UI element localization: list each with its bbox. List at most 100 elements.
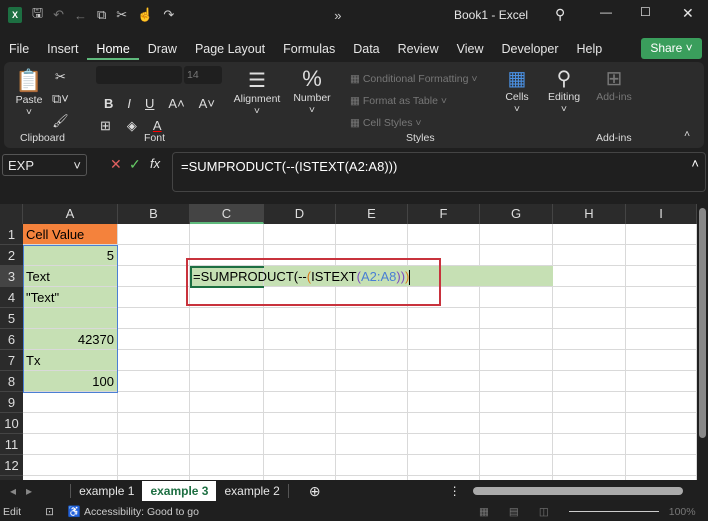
page-break-view-icon[interactable]: ◫: [539, 506, 549, 518]
row-header[interactable]: 9: [0, 392, 23, 413]
cell-F8[interactable]: [408, 371, 480, 392]
cell-F7[interactable]: [408, 350, 480, 371]
cell-C9[interactable]: [190, 392, 264, 413]
cell-H8[interactable]: [553, 371, 626, 392]
normal-view-icon[interactable]: ▦: [479, 506, 489, 518]
cell-C8[interactable]: [190, 371, 264, 392]
cell-C10[interactable]: [190, 413, 264, 434]
cell-H12[interactable]: [553, 455, 626, 476]
sheet-tab-example-1[interactable]: example 1: [70, 484, 142, 498]
macro-record-icon[interactable]: ⊡: [45, 506, 54, 518]
cell-I3[interactable]: [626, 266, 697, 287]
cell-G8[interactable]: [480, 371, 553, 392]
insert-function-icon[interactable]: fx: [150, 156, 160, 171]
column-header-A[interactable]: A: [23, 204, 118, 224]
cell-C12[interactable]: [190, 455, 264, 476]
bold-button[interactable]: B: [104, 96, 113, 111]
back-icon[interactable]: ←: [74, 8, 87, 23]
borders-icon[interactable]: ⊞: [100, 118, 111, 134]
formula-input[interactable]: =SUMPRODUCT(--(ISTEXT(A2:A8))) ˄: [172, 152, 706, 192]
cell-C7[interactable]: [190, 350, 264, 371]
maximize-button[interactable]: ☐: [640, 5, 651, 19]
column-header-I[interactable]: I: [626, 204, 697, 224]
font-size-select[interactable]: 14: [184, 66, 222, 84]
cell-D12[interactable]: [264, 455, 336, 476]
search-icon[interactable]: ⚲: [555, 6, 565, 23]
column-header-G[interactable]: G: [480, 204, 553, 224]
cell-A12[interactable]: [23, 455, 118, 476]
cell-B12[interactable]: [118, 455, 190, 476]
fill-color-icon[interactable]: ◈: [127, 118, 137, 134]
cell-F11[interactable]: [408, 434, 480, 455]
tab-page-layout[interactable]: Page Layout: [186, 38, 274, 60]
enter-icon[interactable]: ✓: [129, 156, 141, 173]
cell-I10[interactable]: [626, 413, 697, 434]
cell-G4[interactable]: [480, 287, 553, 308]
cell-D5[interactable]: [264, 308, 336, 329]
zoom-slider[interactable]: [568, 511, 659, 512]
tab-insert[interactable]: Insert: [38, 38, 87, 60]
decrease-font-icon[interactable]: A˅: [199, 96, 215, 111]
column-header-C[interactable]: C: [190, 204, 264, 224]
save-icon[interactable]: 🖫: [32, 4, 43, 26]
zoom-level[interactable]: 100%: [669, 506, 696, 518]
copy-icon[interactable]: ⧉: [97, 7, 106, 23]
cell-I11[interactable]: [626, 434, 697, 455]
select-all-corner[interactable]: [0, 204, 23, 224]
row-header[interactable]: 10: [0, 413, 23, 434]
cell-D6[interactable]: [264, 329, 336, 350]
cell-H2[interactable]: [553, 245, 626, 266]
name-box[interactable]: EXP ˅: [2, 154, 87, 176]
cell-E9[interactable]: [336, 392, 408, 413]
font-name-select[interactable]: [96, 66, 182, 84]
cell-H3[interactable]: [553, 266, 626, 287]
cells-button[interactable]: ▦ Cells ˅: [502, 66, 532, 115]
italic-button[interactable]: I: [127, 96, 131, 111]
sheet-tab-example-3[interactable]: example 3: [142, 481, 217, 501]
row-header[interactable]: 12: [0, 455, 23, 476]
next-sheet-icon[interactable]: ▸: [26, 484, 32, 498]
cell-G7[interactable]: [480, 350, 553, 371]
cell-G2[interactable]: [480, 245, 553, 266]
cell-A11[interactable]: [23, 434, 118, 455]
tab-help[interactable]: Help: [568, 38, 612, 60]
close-button[interactable]: ✕: [682, 5, 694, 22]
tab-review[interactable]: Review: [389, 38, 448, 60]
cell-D10[interactable]: [264, 413, 336, 434]
row-header[interactable]: 3: [0, 266, 23, 287]
cell-B2[interactable]: [118, 245, 190, 266]
vertical-scrollbar[interactable]: [697, 204, 708, 480]
horizontal-scrollbar[interactable]: [472, 487, 683, 495]
cell-F12[interactable]: [408, 455, 480, 476]
cell-C1[interactable]: [190, 224, 264, 245]
copy-icon[interactable]: ⧉˅: [52, 88, 69, 110]
row-header[interactable]: 11: [0, 434, 23, 455]
row-header[interactable]: 8: [0, 371, 23, 392]
add-ins-button[interactable]: ⊞ Add-ins: [594, 66, 634, 103]
underline-button[interactable]: U: [145, 96, 154, 111]
cell-A10[interactable]: [23, 413, 118, 434]
cell-I12[interactable]: [626, 455, 697, 476]
increase-font-icon[interactable]: A˄: [168, 96, 184, 111]
row-header[interactable]: 1: [0, 224, 23, 245]
prev-sheet-icon[interactable]: ◂: [10, 484, 16, 498]
cell-F1[interactable]: [408, 224, 480, 245]
cell-styles-button[interactable]: ▦ Cell Styles ˅: [350, 112, 478, 134]
cell-E11[interactable]: [336, 434, 408, 455]
cell-I8[interactable]: [626, 371, 697, 392]
cell-H6[interactable]: [553, 329, 626, 350]
tab-file[interactable]: File: [0, 38, 38, 60]
cell-E1[interactable]: [336, 224, 408, 245]
cell-B1[interactable]: [118, 224, 190, 245]
row-header[interactable]: 5: [0, 308, 23, 329]
undo-icon[interactable]: ↶: [53, 7, 64, 23]
cell-H7[interactable]: [553, 350, 626, 371]
cell-C6[interactable]: [190, 329, 264, 350]
touch-icon[interactable]: ☝: [137, 7, 153, 23]
cell-H9[interactable]: [553, 392, 626, 413]
cell-C5[interactable]: [190, 308, 264, 329]
row-header[interactable]: 7: [0, 350, 23, 371]
cell-D7[interactable]: [264, 350, 336, 371]
expand-formula-icon[interactable]: ˄: [691, 156, 699, 171]
more-icon[interactable]: »: [334, 8, 341, 23]
